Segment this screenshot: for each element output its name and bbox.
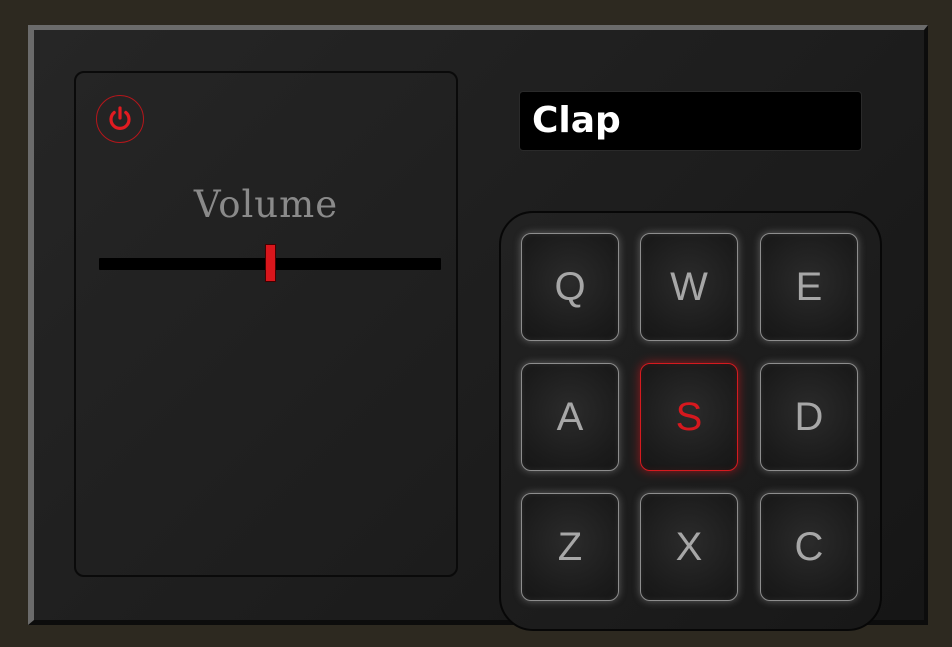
power-icon xyxy=(105,104,135,134)
volume-slider[interactable] xyxy=(99,244,441,282)
volume-label: Volume xyxy=(193,183,339,226)
drum-pad-bank: Q W E A S D Z X C xyxy=(499,211,882,631)
drum-pad-e[interactable]: E xyxy=(760,233,858,341)
drum-pad-z[interactable]: Z xyxy=(521,493,619,601)
drum-pad-d[interactable]: D xyxy=(760,363,858,471)
power-button[interactable] xyxy=(96,95,144,143)
volume-slider-thumb[interactable] xyxy=(265,244,276,282)
drum-pad-a[interactable]: A xyxy=(521,363,619,471)
drum-pad-c[interactable]: C xyxy=(760,493,858,601)
drum-machine: Volume Clap Q W E A S D Z X C xyxy=(28,25,928,631)
drum-pad-w[interactable]: W xyxy=(640,233,738,341)
controls-panel: Volume xyxy=(74,71,458,577)
sound-display: Clap xyxy=(519,91,862,151)
drum-pad-s[interactable]: S xyxy=(640,363,738,471)
drum-pad-x[interactable]: X xyxy=(640,493,738,601)
drum-pad-q[interactable]: Q xyxy=(521,233,619,341)
